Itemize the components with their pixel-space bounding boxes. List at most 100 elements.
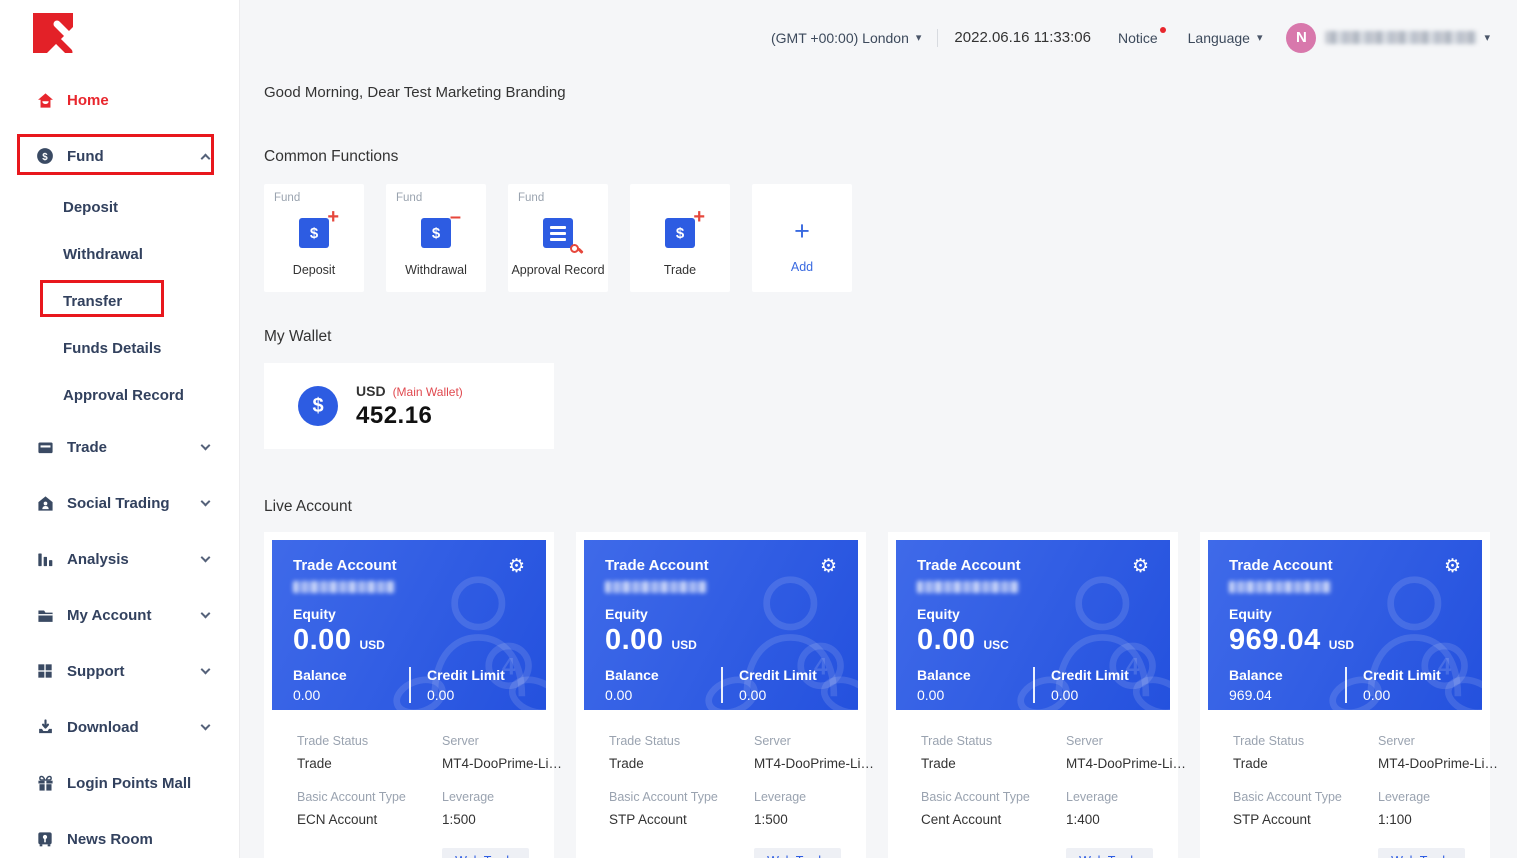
sidebar-subitem-funds-details[interactable]: Funds Details [0,325,239,372]
equity-value: 0.00 [605,624,663,657]
more-options-button[interactable]: ••• [1233,854,1256,858]
shortcut-card-approval-record[interactable]: Fund Approval Record [508,184,608,292]
sidebar-subitem-approval-record[interactable]: Approval Record [0,372,239,419]
sidebar-item-support[interactable]: Support [0,643,239,699]
withdrawal-icon: $– [421,218,451,248]
sidebar-item-download[interactable]: Download [0,699,239,755]
account-summary-panel: Trade Account ⚙ Equity 0.00USC Balance0.… [896,540,1170,710]
sidebar-item-label: My Account [67,607,202,624]
sidebar-item-home[interactable]: Home [0,72,239,128]
gear-icon[interactable]: ⚙ [820,557,837,576]
trade-status-value: Trade [609,756,754,771]
sidebar-item-label: Fund [67,148,202,165]
balance-label: Balance [293,667,409,683]
account-summary-panel: Trade Account ⚙ Equity 969.04USD Balance… [1208,540,1482,710]
fund-icon: $ [36,147,54,165]
sidebar-item-login-points-mall[interactable]: Login Points Mall [0,755,239,811]
leverage-value: 1:500 [754,812,841,827]
svg-text:$: $ [42,152,48,163]
sidebar-item-news-room[interactable]: News Room [0,811,239,858]
account-summary-panel: Trade Account ⚙ Equity 0.00USD Balance0.… [272,540,546,710]
account-details: Trade StatusTrade ServerMT4-DooPrime-Li…… [896,710,1170,858]
live-account-card: Trade Account ⚙ Equity 0.00USD Balance0.… [264,532,554,858]
sidebar-item-label: Support [67,663,202,680]
shortcut-card-add[interactable]: + Add [752,184,852,292]
gear-icon[interactable]: ⚙ [1132,557,1149,576]
sidebar-subitem-label: Transfer [63,293,122,310]
web-trade-button[interactable]: Web Trade [1378,848,1465,858]
live-account-card: Trade Account ⚙ Equity 0.00USD Balance0.… [576,532,866,858]
magnifier-badge-icon [570,244,579,253]
sidebar-item-fund[interactable]: $ Fund [0,128,239,184]
sidebar-item-analysis[interactable]: Analysis [0,531,239,587]
account-summary-panel: Trade Account ⚙ Equity 0.00USD Balance0.… [584,540,858,710]
sidebar-subitem-transfer[interactable]: Transfer [0,278,239,325]
my-wallet-title: My Wallet [264,328,1490,346]
sidebar-item-label: Download [67,719,202,736]
bar-chart-icon [36,551,54,568]
equity-value: 0.00 [917,624,975,657]
shortcut-category: Fund [274,192,300,204]
chevron-down-icon [201,664,211,674]
main-content: (GMT +00:00) London ▾ 2022.06.16 11:33:0… [240,0,1517,858]
more-options-button[interactable]: ••• [297,854,320,858]
notice-button[interactable]: Notice [1118,30,1158,46]
equity-currency: USC [983,638,1008,652]
news-room-icon [36,831,54,847]
credit-limit-value: 0.00 [1051,687,1129,703]
trade-status-label: Trade Status [1233,734,1378,748]
user-menu[interactable]: N ▾ [1286,23,1490,53]
credit-limit-value: 0.00 [739,687,817,703]
common-functions-row: Fund $+ Deposit Fund $– Withdrawal Fund … [264,184,1490,292]
leverage-label: Leverage [1066,790,1153,804]
grid-icon [36,663,54,679]
account-details: Trade StatusTrade ServerMT4-DooPrime-Li…… [272,710,546,858]
credit-limit-label: Credit Limit [427,667,505,683]
web-trade-button[interactable]: Web Trade [442,848,529,858]
dollar-coin-icon: $ [298,386,338,426]
sidebar-item-label: Trade [67,439,202,456]
account-number-redacted [917,581,1019,593]
shortcut-card-withdrawal[interactable]: Fund $– Withdrawal [386,184,486,292]
equity-value: 969.04 [1229,624,1321,657]
leverage-value: 1:400 [1066,812,1153,827]
sidebar: Home $ Fund Deposit Withdrawal Transfer … [0,0,240,858]
web-trade-button[interactable]: Web Trade [754,848,841,858]
balance-value: 0.00 [917,687,1033,703]
balance-value: 0.00 [293,687,409,703]
sidebar-subitem-deposit[interactable]: Deposit [0,184,239,231]
server-value: MT4-DooPrime-Li… [754,756,874,771]
web-trade-button[interactable]: Web Trade [1066,848,1153,858]
account-type-value: ECN Account [297,812,442,827]
greeting-text: Good Morning, Dear Test Marketing Brandi… [264,84,1490,101]
sidebar-item-social-trading[interactable]: Social Trading [0,475,239,531]
server-label: Server [442,734,562,748]
server-label: Server [1378,734,1498,748]
credit-limit-label: Credit Limit [1051,667,1129,683]
server-value: MT4-DooPrime-Li… [1378,756,1498,771]
sidebar-subitem-withdrawal[interactable]: Withdrawal [0,231,239,278]
sidebar-item-my-account[interactable]: My Account [0,587,239,643]
brand-logo[interactable] [33,13,73,53]
more-options-button[interactable]: ••• [609,854,632,858]
plus-badge-icon: + [693,206,705,229]
sidebar-item-trade[interactable]: Trade [0,419,239,475]
brand-logo-icon [33,13,73,53]
trade-status-value: Trade [297,756,442,771]
gear-icon[interactable]: ⚙ [1444,557,1461,576]
gear-icon[interactable]: ⚙ [508,557,525,576]
notice-label: Notice [1118,30,1158,46]
timezone-selector[interactable]: (GMT +00:00) London ▾ [771,30,921,46]
trade-status-value: Trade [921,756,1066,771]
balance-value: 969.04 [1229,687,1345,703]
shortcut-card-deposit[interactable]: Fund $+ Deposit [264,184,364,292]
trade-account-title: Trade Account [605,557,709,574]
account-type-label: Basic Account Type [921,790,1066,804]
language-selector[interactable]: Language ▾ [1188,30,1263,46]
leverage-value: 1:500 [442,812,529,827]
balance-label: Balance [1229,667,1345,683]
notification-dot [1160,27,1166,33]
wallet-card[interactable]: $ USD (Main Wallet) 452.16 [264,363,554,449]
more-options-button[interactable]: ••• [921,854,944,858]
shortcut-card-trade[interactable]: $+ Trade [630,184,730,292]
